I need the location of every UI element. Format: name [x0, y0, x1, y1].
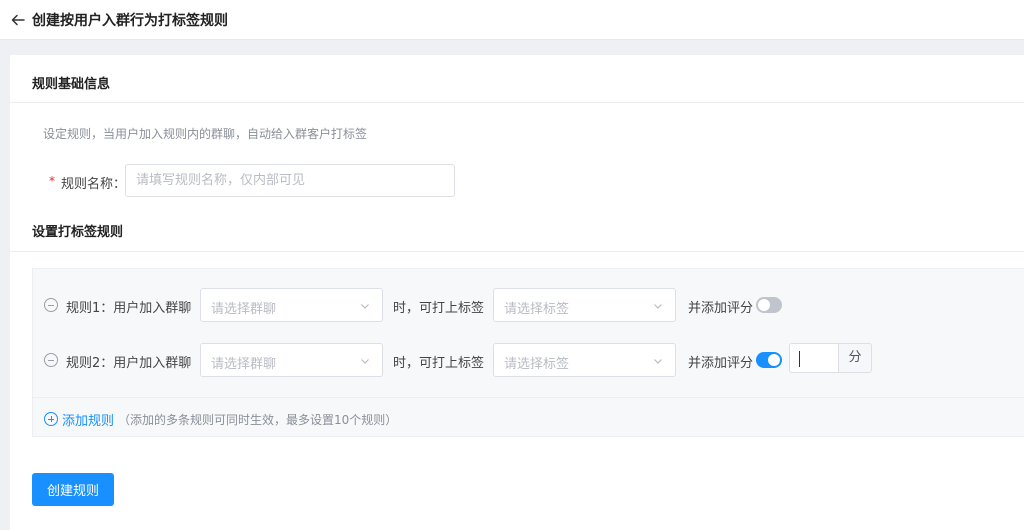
- chevron-down-icon: [360, 300, 370, 310]
- add-rule-row: 添加规则 （添加的多条规则可同时生效，最多设置10个规则）: [44, 410, 398, 429]
- text-caret: [799, 351, 800, 367]
- arrow-left-icon[interactable]: [10, 12, 26, 28]
- rule-name-label: 规则名称：: [61, 177, 127, 192]
- score-input[interactable]: [789, 343, 838, 373]
- rules-container: 规则1：用户加入群聊 请选择群聊 时，可打上标签 请选择标签 并添加评分 规则2…: [32, 268, 1024, 437]
- score-toggle[interactable]: [756, 352, 782, 368]
- rule-row-2: 规则2：用户加入群聊 请选择群聊 时，可打上标签 请选择标签 并添加评分 分: [33, 343, 1024, 377]
- group-select-placeholder: 请选择群聊: [211, 357, 277, 372]
- tagging-section-title: 设置打标签规则: [32, 225, 124, 240]
- tag-select[interactable]: 请选择标签: [493, 288, 676, 322]
- minus-circle-icon[interactable]: [44, 298, 58, 312]
- add-rule-link[interactable]: 添加规则: [62, 410, 114, 429]
- rule-description: 设定规则，当用户加入规则内的群聊，自动给入群客户打标签: [43, 127, 368, 141]
- chevron-down-icon: [653, 300, 663, 310]
- score-unit: 分: [838, 343, 872, 373]
- group-select[interactable]: 请选择群聊: [200, 343, 383, 377]
- plus-circle-icon[interactable]: [44, 412, 58, 426]
- chevron-down-icon: [360, 355, 370, 365]
- rule-label: 规则2：用户加入群聊: [66, 356, 192, 371]
- rule-label: 规则1：用户加入群聊: [66, 301, 192, 316]
- group-select[interactable]: 请选择群聊: [200, 288, 383, 322]
- score-toggle[interactable]: [756, 297, 782, 313]
- minus-circle-icon[interactable]: [44, 353, 58, 367]
- tag-select-placeholder: 请选择标签: [504, 357, 570, 372]
- create-rule-button[interactable]: 创建规则: [32, 473, 114, 506]
- rule-name-input[interactable]: [125, 164, 455, 197]
- section-divider: [10, 102, 1024, 103]
- section-divider: [10, 251, 1024, 252]
- add-rule-hint: （添加的多条规则可同时生效，最多设置10个规则）: [118, 412, 398, 427]
- page-title: 创建按用户入群行为打标签规则: [32, 12, 228, 29]
- chevron-down-icon: [653, 355, 663, 365]
- toggle-knob: [768, 354, 780, 366]
- toggle-knob: [758, 299, 770, 311]
- add-score-label: 并添加评分: [688, 301, 754, 316]
- basic-info-section-title: 规则基础信息: [32, 77, 111, 92]
- form-card: 规则基础信息 设定规则，当用户加入规则内的群聊，自动给入群客户打标签 * 规则名…: [10, 55, 1024, 530]
- rules-divider: [33, 397, 1024, 398]
- tag-prompt-label: 时，可打上标签: [393, 301, 485, 316]
- rule-row-1: 规则1：用户加入群聊 请选择群聊 时，可打上标签 请选择标签 并添加评分: [33, 288, 1024, 322]
- group-select-placeholder: 请选择群聊: [211, 302, 277, 317]
- page-header: 创建按用户入群行为打标签规则: [0, 0, 1024, 40]
- add-score-label: 并添加评分: [688, 356, 754, 371]
- tag-prompt-label: 时，可打上标签: [393, 356, 485, 371]
- tag-select[interactable]: 请选择标签: [493, 343, 676, 377]
- tag-select-placeholder: 请选择标签: [504, 302, 570, 317]
- required-mark: *: [49, 174, 55, 188]
